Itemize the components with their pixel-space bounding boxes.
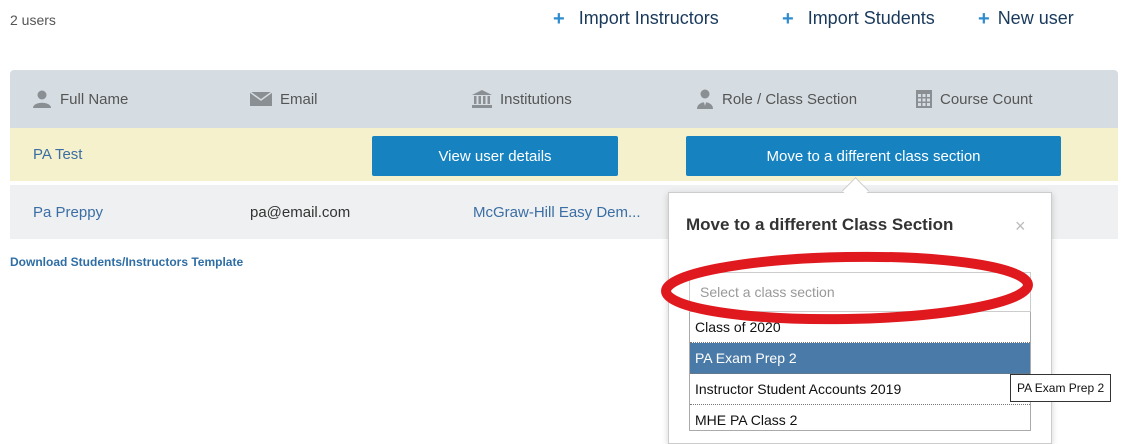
import-instructors-label: Import Instructors: [578, 8, 719, 28]
new-user-button[interactable]: + New user: [978, 8, 1074, 29]
column-label: Email: [280, 90, 318, 108]
column-header-course-count[interactable]: Course Count: [916, 70, 1033, 128]
select-option-highlighted[interactable]: PA Exam Prep 2: [690, 343, 1030, 374]
plus-icon: +: [782, 7, 794, 30]
column-label: Course Count: [940, 90, 1033, 108]
download-template-link[interactable]: Download Students/Instructors Template: [10, 255, 243, 269]
person-icon: [32, 90, 52, 108]
new-user-label: New user: [997, 8, 1074, 28]
user-email: pa@email.com: [250, 203, 351, 221]
column-header-email[interactable]: Email: [250, 70, 318, 128]
table-row: PA Test View user details Move to a diff…: [10, 128, 1118, 181]
select-option[interactable]: Instructor Student Accounts 2019: [690, 374, 1030, 405]
envelope-icon: [250, 92, 272, 106]
class-section-options: Class of 2020 PA Exam Prep 2 Instructor …: [689, 312, 1031, 431]
plus-icon: +: [978, 7, 990, 30]
column-header-full-name[interactable]: Full Name: [32, 70, 128, 128]
column-header-institutions[interactable]: Institutions: [472, 70, 572, 128]
view-user-details-button[interactable]: View user details: [372, 136, 618, 176]
import-students-button[interactable]: + Import Students: [782, 8, 935, 29]
column-label: Role / Class Section: [722, 90, 858, 108]
role-icon: [696, 89, 714, 109]
import-students-label: Import Students: [807, 8, 935, 28]
move-class-section-button[interactable]: Move to a different class section: [686, 136, 1061, 176]
column-header-role[interactable]: Role / Class Section: [696, 70, 857, 128]
grid-icon: [916, 90, 932, 108]
select-option[interactable]: MHE PA Class 2: [690, 405, 1030, 430]
close-icon[interactable]: ×: [1015, 216, 1026, 237]
annotation-ellipse: [661, 251, 1033, 325]
institution-icon: [472, 90, 492, 108]
column-label: Institutions: [500, 90, 572, 108]
user-name-link[interactable]: PA Test: [33, 128, 82, 181]
plus-icon: +: [553, 7, 565, 30]
user-name-link[interactable]: Pa Preppy: [33, 185, 103, 239]
column-label: Full Name: [60, 90, 129, 108]
popover-title: Move to a different Class Section: [686, 215, 954, 234]
option-tooltip: PA Exam Prep 2: [1010, 374, 1112, 402]
import-instructors-button[interactable]: + Import Instructors: [553, 8, 719, 29]
table-header: Full Name Email Institutions Role / Clas…: [10, 70, 1118, 128]
user-institution-link[interactable]: McGraw-Hill Easy Dem...: [473, 185, 641, 239]
user-count: 2 users: [10, 12, 56, 28]
